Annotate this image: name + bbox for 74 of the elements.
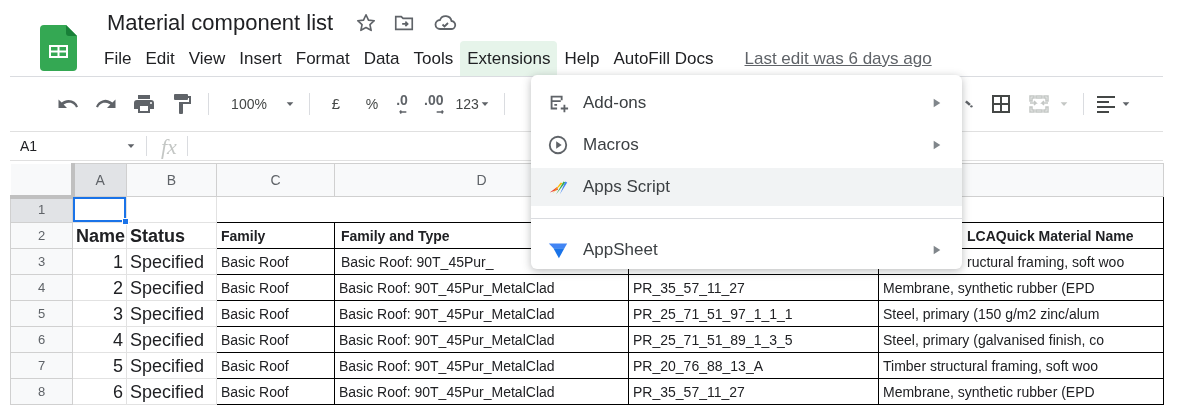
- table-cell: Specified: [130, 277, 205, 298]
- last-edit-link[interactable]: Last edit was 6 days ago: [744, 41, 932, 76]
- table-cell: Steel, primary (galvanised finish, co: [883, 331, 1104, 348]
- table-cell: Membrane, synthetic rubber (EPD: [883, 279, 1095, 296]
- row-header[interactable]: 8: [10, 378, 73, 405]
- table-cell: Basic Roof: 90T_45Pur_MetalClad: [339, 279, 555, 296]
- table-cell: 2: [113, 277, 123, 298]
- row-header[interactable]: 4: [10, 274, 73, 301]
- table-cell: Basic Roof: [221, 253, 289, 270]
- menu-option[interactable]: AppSheet: [531, 231, 962, 269]
- table-cell: Basic Roof: [221, 331, 289, 348]
- menu-item[interactable]: AutoFill Docs: [606, 41, 721, 76]
- row-header[interactable]: 7: [10, 352, 73, 379]
- table-cell: Basic Roof: 90T_45Pur_: [341, 253, 494, 270]
- table-cell: ructural framing, soft woo: [967, 253, 1125, 270]
- menu-option[interactable]: Add-ons: [531, 84, 962, 122]
- table-cell: Specified: [130, 251, 205, 272]
- menu-option[interactable]: Apps Script: [531, 168, 962, 206]
- table-cell: Specified: [130, 355, 205, 376]
- table-cell: PR_25_71_51_89_1_3_5: [633, 331, 793, 348]
- table-cell: Name: [76, 225, 126, 246]
- table-cell: PR_20_76_88_13_A: [633, 357, 763, 374]
- table-cell: 6: [113, 381, 123, 402]
- number-format-dropdown[interactable]: 123: [455, 90, 490, 118]
- table-cell: Family and Type: [341, 227, 450, 244]
- increase-decimals-button[interactable]: .00: [424, 89, 444, 119]
- table-cell: 3: [113, 303, 123, 324]
- row-header[interactable]: 6: [10, 326, 73, 353]
- menu-item[interactable]: Data: [356, 41, 407, 76]
- table-cell: Basic Roof: [221, 357, 289, 374]
- percent-button[interactable]: %: [362, 93, 382, 115]
- menu-item[interactable]: Edit: [138, 41, 182, 76]
- table-cell: PR_25_71_51_97_1_1_1: [633, 305, 793, 322]
- table-cell: Basic Roof: 90T_45Pur_MetalClad: [339, 383, 555, 400]
- column-header[interactable]: C: [216, 163, 335, 197]
- table-cell: Basic Roof: 90T_45Pur_MetalClad: [339, 331, 555, 348]
- table-cell: Specified: [130, 381, 205, 402]
- row-header[interactable]: 2: [10, 222, 73, 249]
- menu-item[interactable]: Extensions: [460, 41, 558, 76]
- table-cell: Status: [130, 225, 185, 246]
- function-label: fx: [161, 132, 177, 161]
- table-cell: Basic Roof: 90T_45Pur_MetalClad: [339, 305, 555, 322]
- decrease-decimals-button[interactable]: .0: [396, 89, 408, 119]
- table-cell: Specified: [130, 303, 205, 324]
- table-cell: 1: [113, 251, 123, 272]
- document-title[interactable]: Material component list: [107, 8, 334, 37]
- table-cell: 5: [113, 355, 123, 376]
- table-cell: Basic Roof: [221, 305, 289, 322]
- table-cell: LCAQuick Material Name: [967, 227, 1134, 244]
- row-header[interactable]: 3: [10, 248, 73, 275]
- column-header[interactable]: A: [72, 163, 127, 197]
- table-cell: Family: [221, 227, 266, 244]
- menu-item[interactable]: Insert: [232, 41, 289, 76]
- table-cell: Timber structural framing, soft woo: [883, 357, 1098, 374]
- row-header[interactable]: 5: [10, 300, 73, 327]
- table-cell: Specified: [130, 329, 205, 350]
- menu-item[interactable]: File: [97, 41, 139, 76]
- table-cell: PR_35_57_11_27: [633, 383, 745, 400]
- table-cell: Basic Roof: 90T_45Pur_MetalClad: [339, 357, 555, 374]
- menu-option[interactable]: Macros: [531, 126, 962, 164]
- name-box[interactable]: A1: [10, 135, 146, 157]
- zoom-dropdown[interactable]: 100%: [221, 90, 299, 118]
- currency-button[interactable]: £: [326, 92, 346, 116]
- table-cell: Membrane, synthetic rubber (EPD: [883, 383, 1095, 400]
- table-cell: Basic Roof: [221, 383, 289, 400]
- table-cell: Basic Roof: [221, 279, 289, 296]
- table-cell: PR_35_57_11_27: [633, 279, 745, 296]
- menu-item[interactable]: Tools: [406, 41, 461, 76]
- menu-item[interactable]: View: [181, 41, 233, 76]
- column-header[interactable]: B: [126, 163, 217, 197]
- menu-item[interactable]: Format: [288, 41, 357, 76]
- table-cell: Steel, primary (150 g/m2 zinc/alum: [883, 305, 1100, 322]
- table-cell: 4: [113, 329, 123, 350]
- menu-item[interactable]: Help: [557, 41, 607, 76]
